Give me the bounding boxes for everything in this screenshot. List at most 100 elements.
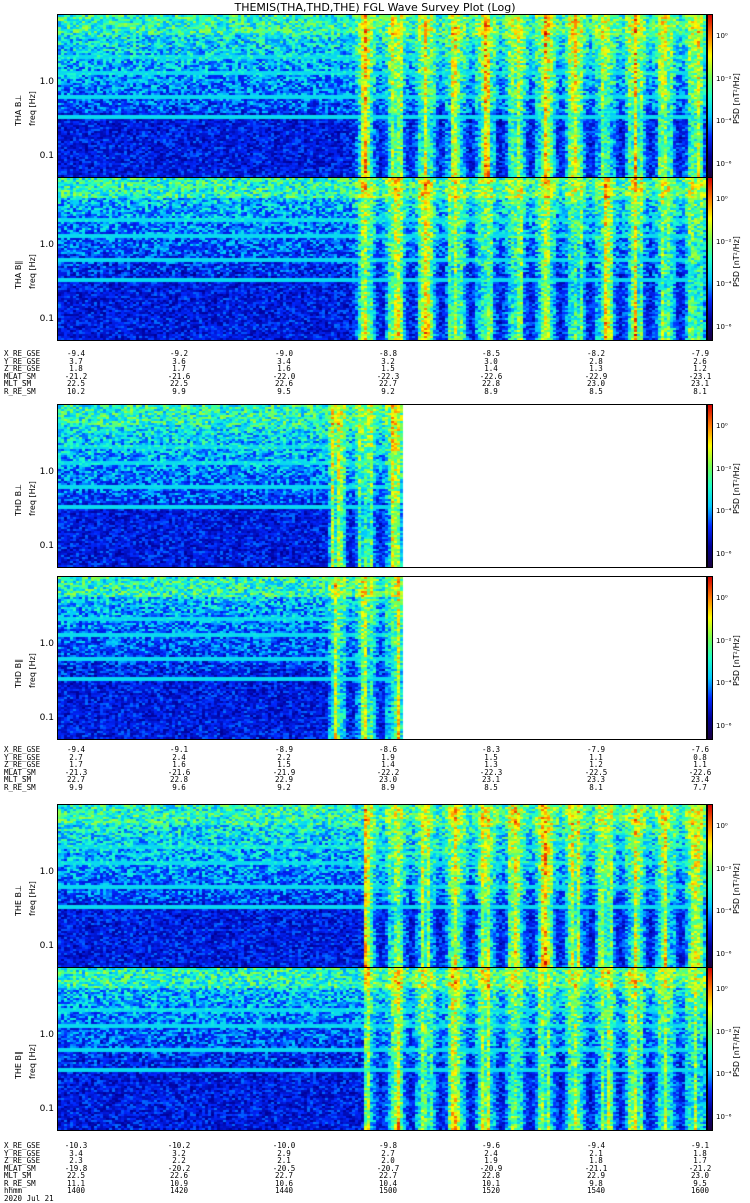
colorbar-tick: 10⁻⁴ [716,679,732,688]
ytick-label: 0.1 [39,313,54,324]
ephemeris-row: X_RE_GSE -9.4 -9.1 -8.9 -8.6 -8.3 -7.9 -7.6 [4,746,744,754]
spectrogram-image [58,805,706,967]
spectrogram-panel-5 [57,804,707,968]
ephemeris-table-3: X_RE_GSE -10.3 -10.2 -10.0 -9.8 -9.6 -9.4 -9.1 Y… [4,1142,744,1202]
colorbar-label: PSD [nT²/Hz] [732,863,741,914]
spectrogram-image [58,178,706,340]
spectrogram-panel-4 [57,576,707,740]
ephemeris-value: 1520 [481,1186,501,1195]
colorbar [707,967,713,1131]
ephemeris-row: MLT_SM 22.7 22.8 22.9 23.0 23.1 23.3 23.4 [4,776,744,784]
ephemeris-row: Y_RE_GSE 3.4 3.2 2.9 2.7 2.4 2.1 1.8 [4,1149,744,1158]
colorbar-tick: 10⁻⁶ [716,322,732,331]
panel-ylabel: THE B⊥ [14,885,23,916]
panel-ylabel: THA B∥ [14,260,23,289]
colorbar-tick: 10⁻⁴ [716,117,732,126]
panel-ylabel-freq: freq [Hz] [28,254,37,289]
colorbar-tick: 10⁻² [716,237,732,246]
panel-ylabel: THD B⊥ [14,483,23,516]
ephemeris-row: R_RE_SM 11.1 10.9 10.6 10.4 10.1 9.8 9.5 [4,1179,744,1188]
colorbar [707,576,713,740]
panel-ylabel-freq: freq [Hz] [28,91,37,126]
panel-ylabel-freq: freq [Hz] [28,653,37,688]
panel-ylabel: THD B∥ [14,658,23,688]
colorbar [707,177,713,341]
ephemeris-row: X_RE_GSE -10.3 -10.2 -10.0 -9.8 -9.6 -9.4 -9.1 [4,1142,744,1150]
panel-ylabel-freq: freq [Hz] [28,481,37,516]
ytick-label: 0.1 [39,1103,54,1114]
panel-ylabel-freq: freq [Hz] [28,1044,37,1079]
ephemeris-row: MLT_SM 22.5 22.5 22.6 22.7 22.8 23.0 23.1 [4,380,744,388]
colorbar-tick: 10⁻⁴ [716,280,732,289]
colorbar-tick: 10⁻² [716,1027,732,1036]
ephemeris-value: 1400 [66,1186,86,1195]
spectrogram-image [58,15,706,177]
ytick-label: 1.0 [39,638,54,649]
colorbar [707,14,713,178]
colorbar-tick: 10⁰ [716,593,728,602]
ephemeris-value: 9.2 [277,782,291,792]
ephemeris-row-name: R_RE_SM [4,782,36,792]
colorbar-label: PSD [nT²/Hz] [732,1026,741,1077]
colorbar-label: PSD [nT²/Hz] [732,236,741,287]
ytick-label: 0.1 [39,940,54,951]
ephemeris-row: Z_RE_GSE 1.7 1.6 1.5 1.4 1.3 1.2 1.1 [4,761,744,769]
ephemeris-value: 9.9 [69,782,83,792]
ephemeris-row: MLT_SM 22.5 22.6 22.7 22.7 22.8 22.9 23.0 [4,1172,744,1180]
ephemeris-row-name: 2020 Jul 21 [4,1193,54,1203]
ytick-label: 1.0 [39,1029,54,1040]
ephemeris-row: Y_RE_GSE 3.7 3.6 3.4 3.2 3.0 2.8 2.6 [4,357,744,366]
ytick-label: 1.0 [39,76,54,87]
ephemeris-row: MLAT_SM -21.2 -21.6 -22.0 -22.3 -22.6 -22.9 -23… [4,372,744,381]
colorbar-tick: 10⁻² [716,864,732,873]
spectrogram-panel-3 [57,404,707,568]
spectrogram-image [58,405,706,567]
ephemeris-table-2: X_RE_GSE -9.4 -9.1 -8.9 -8.6 -8.3 -7.9 -7.6 Y_RE… [4,746,744,791]
ephemeris-row: Z_RE_GSE 1.8 1.7 1.6 1.5 1.4 1.3 1.2 [4,365,744,373]
colorbar-tick: 10⁰ [716,194,728,203]
ephemeris-value: 7.7 [693,782,707,792]
ephemeris-value: 8.5 [484,782,498,792]
ephemeris-value: 8.1 [589,782,603,792]
colorbar-tick: 10⁻² [716,464,732,473]
ephemeris-row: 2020 Jul 21 [4,1193,744,1203]
colorbar-tick: 10⁻² [716,636,732,645]
colorbar-tick: 10⁻² [716,74,732,83]
ephemeris-value: 8.1 [693,386,707,396]
colorbar-label: PSD [nT²/Hz] [732,463,741,514]
plot-title: THEMIS(THA,THD,THE) FGL Wave Survey Plot… [234,1,516,14]
colorbar-tick: 10⁻⁴ [716,507,732,516]
ephemeris-value: 8.9 [484,386,498,396]
ytick-label: 1.0 [39,239,54,250]
ephemeris-row: hhmm 1400 1420 1440 1500 1520 1540 1600 [4,1187,744,1195]
colorbar-tick: 10⁻⁶ [716,721,732,730]
spectrogram-image [58,577,706,739]
colorbar-tick: 10⁰ [716,31,728,40]
ephemeris-value: 10.2 [66,386,86,396]
colorbar-label: PSD [nT²/Hz] [732,73,741,124]
spectrogram-panel-6 [57,967,707,1131]
ephemeris-row: MLAT_SM -21.3 -21.6 -21.9 -22.2 -22.3 -22.5 -22… [4,768,744,777]
colorbar-tick: 10⁰ [716,821,728,830]
spectrogram-panel-1 [57,14,707,178]
ytick-label: 0.1 [39,712,54,723]
ephemeris-value: 8.5 [589,386,603,396]
panel-ylabel: THA B⊥ [14,94,23,126]
ephemeris-row-name: R_RE_SM [4,386,36,396]
ephemeris-value: 9.5 [277,386,291,396]
colorbar-tick: 10⁻⁶ [716,1112,732,1121]
ephemeris-value: 1540 [586,1186,606,1195]
ytick-label: 0.1 [39,150,54,161]
ytick-label: 0.1 [39,540,54,551]
spectrogram-panel-2 [57,177,707,341]
ephemeris-row: R_RE_SM 10.2 9.9 9.5 9.2 8.9 8.5 8.1 [4,386,744,396]
ephemeris-value: 1500 [378,1186,398,1195]
colorbar-tick: 10⁰ [716,421,728,430]
colorbar-tick: 10⁰ [716,984,728,993]
ephemeris-row: X_RE_GSE -9.4 -9.2 -9.0 -8.8 -8.5 -8.2 -7.9 [4,350,744,358]
colorbar-label: PSD [nT²/Hz] [732,635,741,686]
ephemeris-value: 1600 [690,1186,710,1195]
ytick-label: 1.0 [39,866,54,877]
ephemeris-value: 9.2 [381,386,395,396]
colorbar-tick: 10⁻⁴ [716,1070,732,1079]
